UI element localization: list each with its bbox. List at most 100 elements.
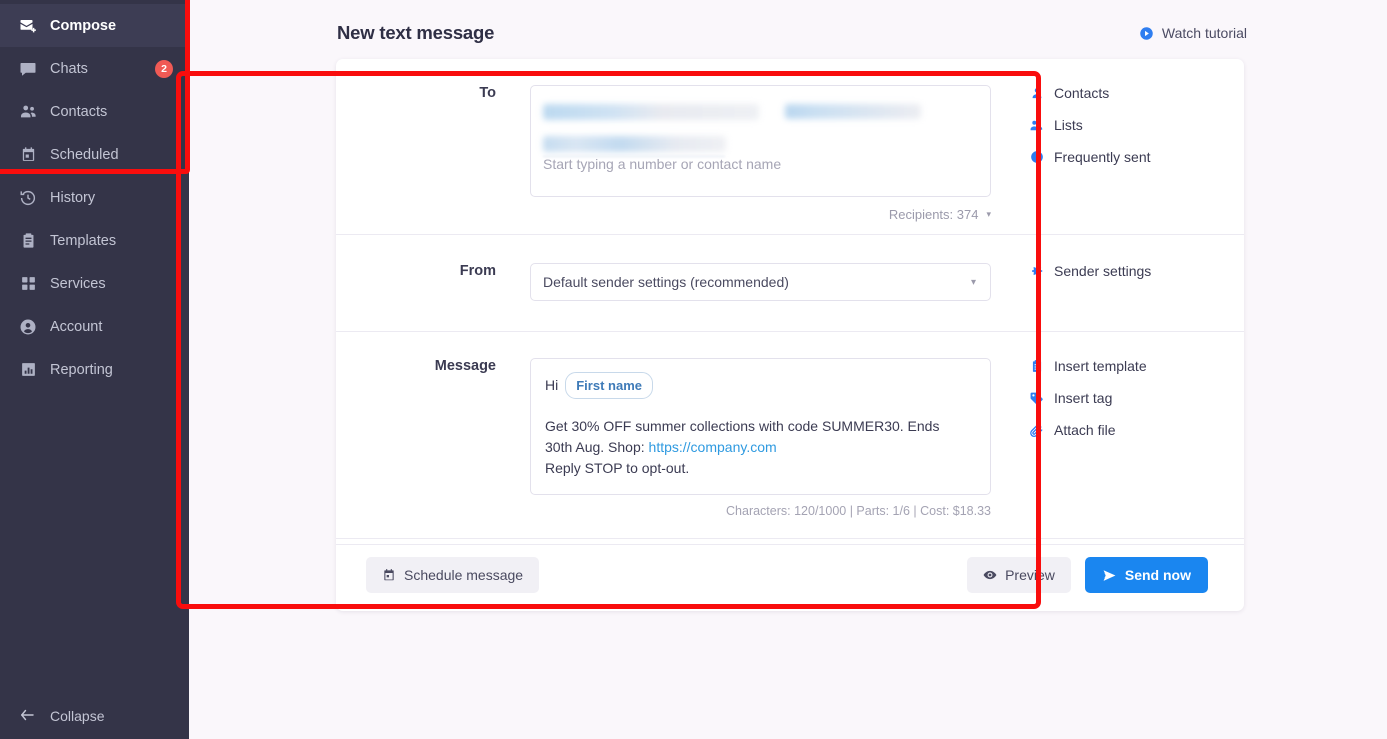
page-title: New text message xyxy=(337,22,495,43)
sidebar-item-contacts[interactable]: Contacts xyxy=(0,90,189,133)
message-body-link[interactable]: https://company.com xyxy=(649,439,777,455)
message-greeting: Hi xyxy=(545,377,559,393)
to-row: To Start typing a number or contact name… xyxy=(336,59,1244,235)
compose-footer: Schedule message Preview Send now xyxy=(336,538,1244,611)
sidebar-item-label: Reporting xyxy=(50,361,113,378)
send-now-label: Send now xyxy=(1124,567,1191,583)
sidebar-item-label: Compose xyxy=(50,17,117,34)
message-label: Message xyxy=(434,358,496,374)
side-link-label: Insert tag xyxy=(1054,390,1113,406)
chevron-down-icon: ▾ xyxy=(970,276,976,288)
message-body-line1: Get 30% OFF summer collections with code… xyxy=(545,418,940,434)
sidebar-item-account[interactable]: Account xyxy=(0,305,189,348)
sidebar-item-reporting[interactable]: Reporting xyxy=(0,348,189,391)
to-side-links: Contacts Lists Frequently sent xyxy=(991,85,1223,222)
compose-icon xyxy=(18,16,38,36)
send-now-button[interactable]: Send now xyxy=(1084,557,1208,593)
message-body: Get 30% OFF summer collections with code… xyxy=(545,416,976,479)
chats-unread-badge: 2 xyxy=(155,59,173,78)
paperclip-icon xyxy=(1029,423,1044,438)
clock-icon xyxy=(1029,150,1044,164)
side-link-label: Contacts xyxy=(1054,85,1110,101)
to-label: To xyxy=(479,85,496,101)
sidebar-item-compose[interactable]: Compose xyxy=(0,4,189,47)
sidebar-item-label: History xyxy=(50,189,96,206)
message-greeting-line: Hi First name xyxy=(545,372,976,399)
tag-icon xyxy=(1029,391,1044,406)
schedule-message-label: Schedule message xyxy=(404,567,524,583)
calendar-icon xyxy=(382,568,396,582)
sidebar-item-label: Templates xyxy=(50,232,117,249)
recipients-summary[interactable]: Recipients: 374 ▾ xyxy=(530,207,991,222)
sidebar-item-label: Chats xyxy=(50,60,88,77)
side-link-label: Sender settings xyxy=(1054,263,1152,279)
account-icon xyxy=(18,317,38,337)
sender-select-value: Default sender settings (recommended) xyxy=(543,274,789,290)
frequently-sent-link[interactable]: Frequently sent xyxy=(1029,149,1223,165)
message-body-line2-prefix: 30th Aug. Shop: xyxy=(545,439,649,455)
main-content: New text message Watch tutorial To Start… xyxy=(189,0,1387,739)
chats-icon xyxy=(18,59,38,79)
sidebar-nav-list: Compose Chats 2 Contacts Scheduled Histo… xyxy=(0,0,189,391)
lists-link[interactable]: Lists xyxy=(1029,117,1223,133)
insert-template-link[interactable]: Insert template xyxy=(1029,358,1223,374)
sidebar-item-chats[interactable]: Chats 2 xyxy=(0,47,189,90)
message-textarea[interactable]: Hi First name Get 30% OFF summer collect… xyxy=(530,358,991,495)
sidebar-item-services[interactable]: Services xyxy=(0,262,189,305)
sidebar-collapse-button[interactable]: Collapse xyxy=(0,693,189,739)
sidebar-item-label: Services xyxy=(50,275,106,292)
people-icon xyxy=(1029,118,1044,133)
message-side-links: Insert template Insert tag Attach file xyxy=(991,358,1223,518)
clipboard-icon xyxy=(1029,359,1044,373)
preview-button[interactable]: Preview xyxy=(967,557,1071,593)
message-meta: Characters: 120/1000 | Parts: 1/6 | Cost… xyxy=(726,504,991,518)
services-icon xyxy=(18,274,38,294)
recipient-chip xyxy=(543,104,759,120)
to-main: Start typing a number or contact name Re… xyxy=(496,85,991,222)
watch-tutorial-button[interactable]: Watch tutorial xyxy=(1139,25,1247,41)
recipient-chip xyxy=(785,104,921,119)
merge-tag-first-name[interactable]: First name xyxy=(565,372,653,399)
templates-icon xyxy=(18,231,38,251)
from-main: Default sender settings (recommended) ▾ xyxy=(496,263,991,301)
from-side-links: Sender settings xyxy=(991,263,1223,301)
preview-label: Preview xyxy=(1005,567,1055,583)
side-link-label: Frequently sent xyxy=(1054,149,1151,165)
side-link-label: Lists xyxy=(1054,117,1083,133)
sender-select[interactable]: Default sender settings (recommended) ▾ xyxy=(530,263,991,301)
sidebar: Compose Chats 2 Contacts Scheduled Histo… xyxy=(0,0,189,739)
sidebar-collapse-label: Collapse xyxy=(50,708,105,724)
sender-settings-link[interactable]: Sender settings xyxy=(1029,263,1223,279)
from-label: From xyxy=(459,263,496,279)
history-icon xyxy=(18,188,38,208)
watch-tutorial-label: Watch tutorial xyxy=(1161,25,1247,41)
gear-icon xyxy=(1029,264,1044,278)
message-body-line3: Reply STOP to opt-out. xyxy=(545,460,690,476)
recipient-chips xyxy=(543,96,978,158)
app-root: Compose Chats 2 Contacts Scheduled Histo… xyxy=(0,0,1387,739)
reporting-icon xyxy=(18,360,38,380)
sidebar-item-label: Contacts xyxy=(50,103,108,120)
sidebar-item-scheduled[interactable]: Scheduled xyxy=(0,133,189,176)
scheduled-icon xyxy=(18,145,38,165)
recipient-chip xyxy=(543,136,726,152)
attach-file-link[interactable]: Attach file xyxy=(1029,422,1223,438)
insert-tag-link[interactable]: Insert tag xyxy=(1029,390,1223,406)
person-icon xyxy=(1029,86,1044,100)
page-header: New text message Watch tutorial xyxy=(337,22,1247,44)
to-placeholder: Start typing a number or contact name xyxy=(543,156,782,172)
schedule-message-button[interactable]: Schedule message xyxy=(366,557,540,593)
eye-icon xyxy=(983,568,997,582)
contacts-icon xyxy=(18,102,38,122)
recipients-count-label: Recipients: 374 xyxy=(888,207,979,222)
contacts-link[interactable]: Contacts xyxy=(1029,85,1223,101)
sidebar-item-templates[interactable]: Templates xyxy=(0,219,189,262)
side-link-label: Attach file xyxy=(1054,422,1116,438)
sidebar-item-label: Scheduled xyxy=(50,146,119,163)
collapse-arrow-icon xyxy=(18,706,36,727)
sidebar-item-history[interactable]: History xyxy=(0,176,189,219)
sidebar-item-label: Account xyxy=(50,318,103,335)
send-icon xyxy=(1102,568,1117,583)
to-input[interactable]: Start typing a number or contact name xyxy=(530,85,991,197)
